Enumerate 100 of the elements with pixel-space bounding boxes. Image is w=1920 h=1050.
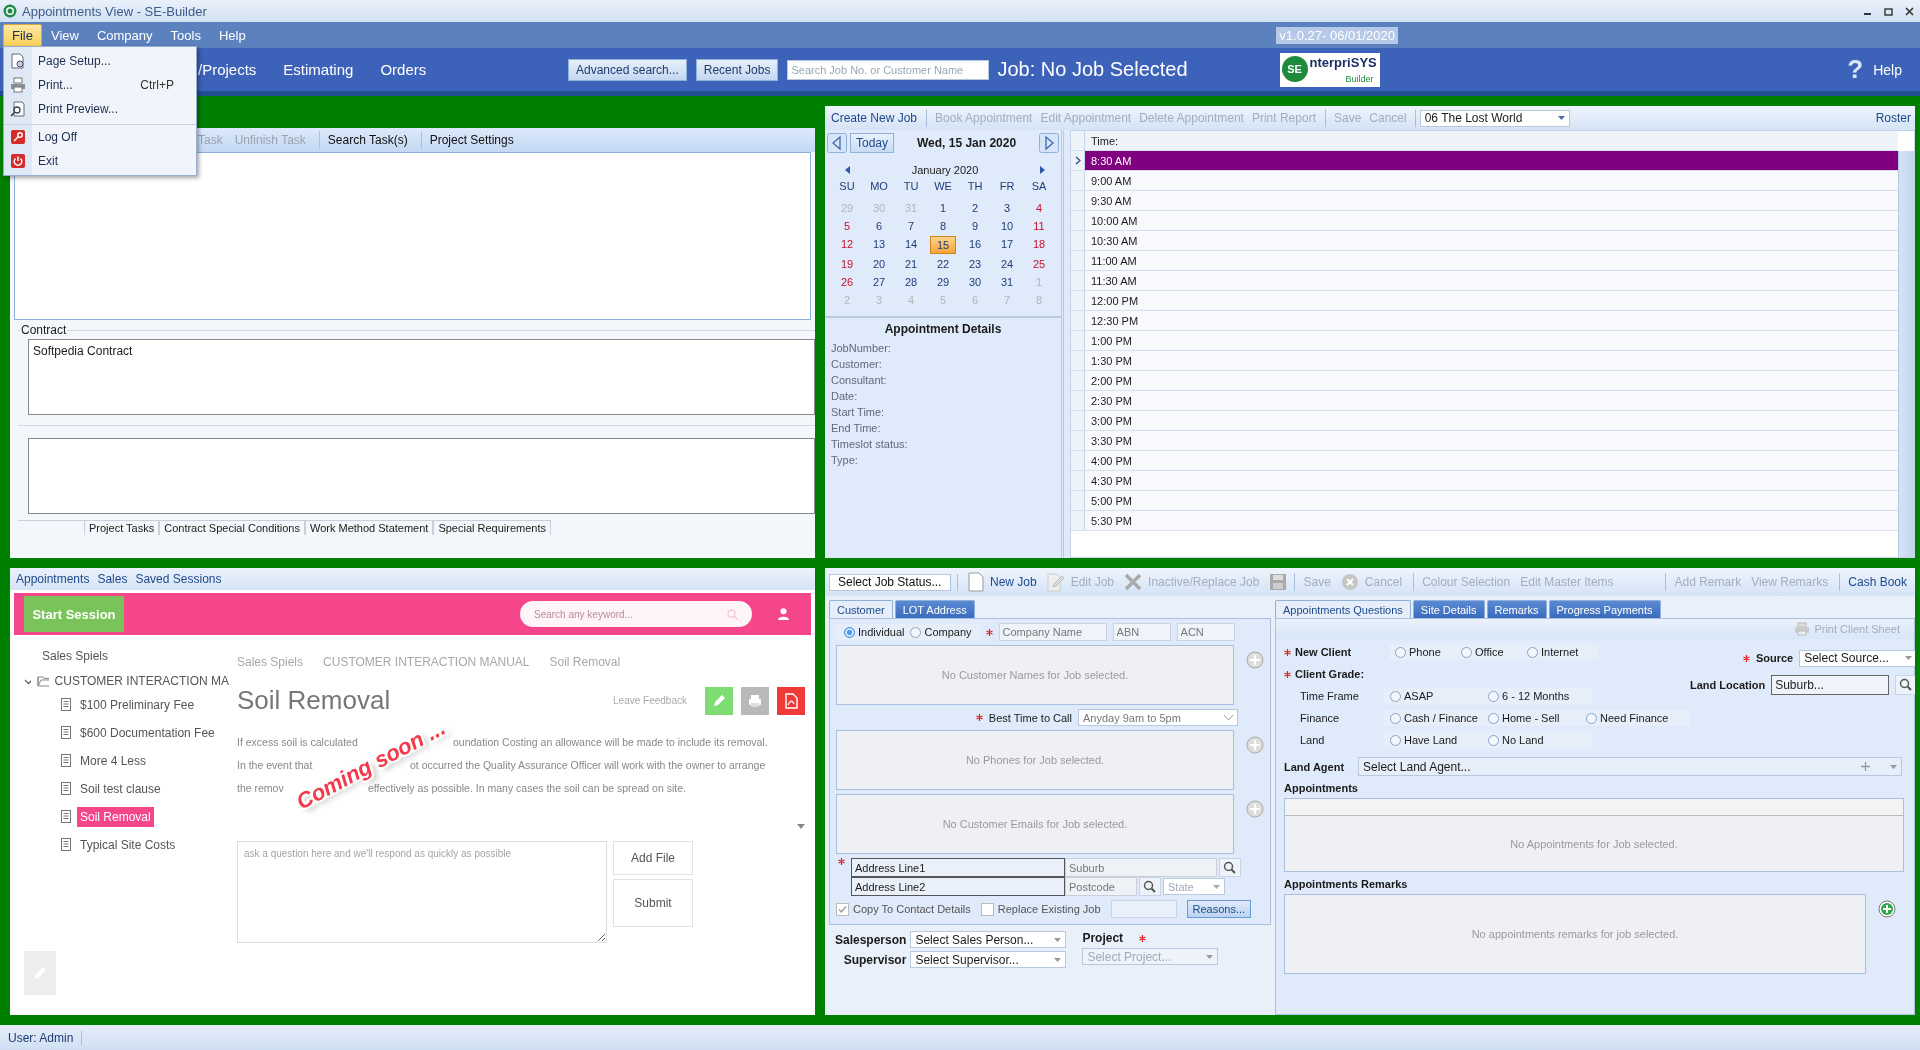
- question-field[interactable]: ask a question here and we'll respond as quickly as possible: [237, 841, 607, 943]
- suburb-field[interactable]: Suburb: [1065, 858, 1217, 877]
- time-slot[interactable]: 10:30 AM: [1085, 231, 1898, 250]
- menu-item[interactable]: Company: [87, 23, 162, 47]
- time-slot[interactable]: 4:00 PM: [1085, 451, 1898, 470]
- menu-item[interactable]: Log Off: [4, 124, 196, 149]
- help-link[interactable]: Help: [1873, 61, 1902, 78]
- calendar-day[interactable]: 19: [834, 256, 860, 272]
- land-agent-dropdown[interactable]: Select Land Agent...: [1358, 757, 1902, 776]
- postcode-field[interactable]: Postcode: [1065, 877, 1137, 896]
- time-slot[interactable]: 12:30 PM: [1085, 311, 1898, 330]
- calendar-day[interactable]: 11: [1026, 218, 1052, 234]
- time-slot[interactable]: 9:30 AM: [1085, 191, 1898, 210]
- time-slot[interactable]: 1:00 PM: [1085, 331, 1898, 350]
- land-location-field[interactable]: Suburb...: [1771, 675, 1890, 695]
- calendar-day[interactable]: 12: [834, 236, 860, 254]
- calendar-day[interactable]: 1: [930, 200, 956, 216]
- calendar-day[interactable]: 26: [834, 274, 860, 290]
- tab[interactable]: Project Tasks: [84, 520, 160, 535]
- calendar-day[interactable]: 31: [994, 274, 1020, 290]
- input-field[interactable]: ABN: [1112, 623, 1171, 641]
- tab-link[interactable]: Appointments: [16, 572, 90, 586]
- menu-item[interactable]: View: [41, 23, 88, 47]
- search-field[interactable]: Search any keyword...: [520, 601, 752, 627]
- roster-button[interactable]: Roster: [1871, 109, 1915, 127]
- calendar-day[interactable]: 3: [994, 200, 1020, 216]
- calendar-day[interactable]: 6: [866, 218, 892, 234]
- calendar-day[interactable]: 23: [962, 256, 988, 272]
- menu-item[interactable]: File: [3, 23, 42, 47]
- calendar-day[interactable]: 8: [930, 218, 956, 234]
- calendar-day[interactable]: 29: [930, 274, 956, 290]
- calendar-day[interactable]: 21: [898, 256, 924, 272]
- time-slot[interactable]: 10:00 AM: [1085, 211, 1898, 230]
- tab[interactable]: Work Method Statement: [304, 520, 434, 535]
- today-button[interactable]: Today: [850, 133, 895, 153]
- supervisor-dropdown[interactable]: Select Supervisor...: [910, 951, 1067, 968]
- calendar-day[interactable]: 14: [898, 236, 924, 254]
- calendar-day[interactable]: 4: [1026, 200, 1052, 216]
- time-slot[interactable]: 3:00 PM: [1085, 411, 1898, 430]
- tree-item[interactable]: Typical Site Costs: [77, 834, 179, 855]
- tree-item[interactable]: Soil test clause: [77, 778, 164, 799]
- toolbar-button[interactable]: Create New Job: [827, 109, 922, 127]
- tab[interactable]: Customer: [829, 600, 893, 618]
- form-button[interactable]: Submit: [613, 879, 693, 927]
- address-field[interactable]: Address Line2: [851, 877, 1065, 896]
- best-time-dropdown[interactable]: Anyday 9am to 5pm: [1078, 709, 1238, 726]
- calendar-day[interactable]: 5: [834, 218, 860, 234]
- tab[interactable]: LOT Address: [894, 600, 975, 618]
- tab-link[interactable]: Sales: [97, 572, 128, 586]
- calendar-day[interactable]: 18: [1026, 236, 1052, 254]
- form-button[interactable]: Add File: [613, 841, 693, 875]
- calendar-day[interactable]: 20: [866, 256, 892, 272]
- toolbar-button[interactable]: New Job: [986, 573, 1041, 591]
- tab[interactable]: Contract Special Conditions: [159, 520, 305, 535]
- tab[interactable]: Progress Payments: [1548, 600, 1661, 618]
- tab[interactable]: Appointments Questions: [1275, 600, 1411, 618]
- contract-text-area[interactable]: Softpedia Contract: [28, 339, 815, 415]
- time-slot[interactable]: 2:30 PM: [1085, 391, 1898, 410]
- calendar-day[interactable]: 15: [930, 236, 956, 254]
- time-slot[interactable]: 11:30 AM: [1085, 271, 1898, 290]
- calendar-day[interactable]: 22: [930, 256, 956, 272]
- calendar-day[interactable]: 28: [898, 274, 924, 290]
- calendar-day[interactable]: 27: [866, 274, 892, 290]
- time-slot[interactable]: 4:30 PM: [1085, 471, 1898, 490]
- time-slot[interactable]: 11:00 AM: [1085, 251, 1898, 270]
- toolbar-button[interactable]: Project Settings: [420, 131, 518, 149]
- menu-item[interactable]: Page Setup...: [4, 49, 196, 73]
- search-field[interactable]: Search Job No. or Customer Name: [787, 59, 990, 80]
- tree-folder[interactable]: CUSTOMER INTERACTION MA: [54, 674, 229, 688]
- input-field[interactable]: ACN: [1176, 623, 1235, 641]
- tab[interactable]: Special Requirements: [433, 520, 551, 535]
- calendar-day[interactable]: 10: [994, 218, 1020, 234]
- time-slot[interactable]: 2:00 PM: [1085, 371, 1898, 390]
- calendar-day[interactable]: 9: [962, 218, 988, 234]
- time-slot[interactable]: 8:30 AM: [1085, 151, 1898, 170]
- nav-tab[interactable]: Orders: [380, 61, 427, 78]
- salesperson-dropdown[interactable]: Select Sales Person...: [910, 931, 1067, 948]
- toolbar-button[interactable]: Search Task(s): [318, 131, 412, 149]
- tree-item[interactable]: $100 Preliminary Fee: [77, 694, 198, 715]
- job-status-dropdown[interactable]: Select Job Status...: [829, 573, 951, 591]
- tab[interactable]: Remarks: [1486, 600, 1547, 618]
- address-field[interactable]: Address Line1: [851, 858, 1065, 877]
- time-slot[interactable]: 3:30 PM: [1085, 431, 1898, 450]
- time-slot[interactable]: 1:30 PM: [1085, 351, 1898, 370]
- calendar-day[interactable]: 2: [962, 200, 988, 216]
- menu-item[interactable]: Print... Ctrl+P: [4, 73, 196, 97]
- source-dropdown[interactable]: Select Source...: [1799, 649, 1915, 667]
- tree-item[interactable]: More 4 Less: [77, 750, 150, 771]
- help-icon[interactable]: ?: [1847, 54, 1864, 85]
- tab[interactable]: Site Details: [1412, 600, 1485, 618]
- calendar-day[interactable]: 24: [994, 256, 1020, 272]
- menu-item[interactable]: Exit: [4, 149, 196, 173]
- header-button[interactable]: Recent Jobs: [695, 58, 779, 81]
- time-slot[interactable]: 12:00 PM: [1085, 291, 1898, 310]
- tree-item[interactable]: $600 Documentation Fee: [77, 722, 218, 743]
- time-slot[interactable]: 9:00 AM: [1085, 171, 1898, 190]
- consultant-dropdown[interactable]: 06 The Lost World: [1419, 109, 1570, 127]
- reasons-button[interactable]: Reasons...: [1186, 900, 1252, 918]
- tab-link[interactable]: Saved Sessions: [135, 572, 222, 586]
- calendar-day[interactable]: 16: [962, 236, 988, 254]
